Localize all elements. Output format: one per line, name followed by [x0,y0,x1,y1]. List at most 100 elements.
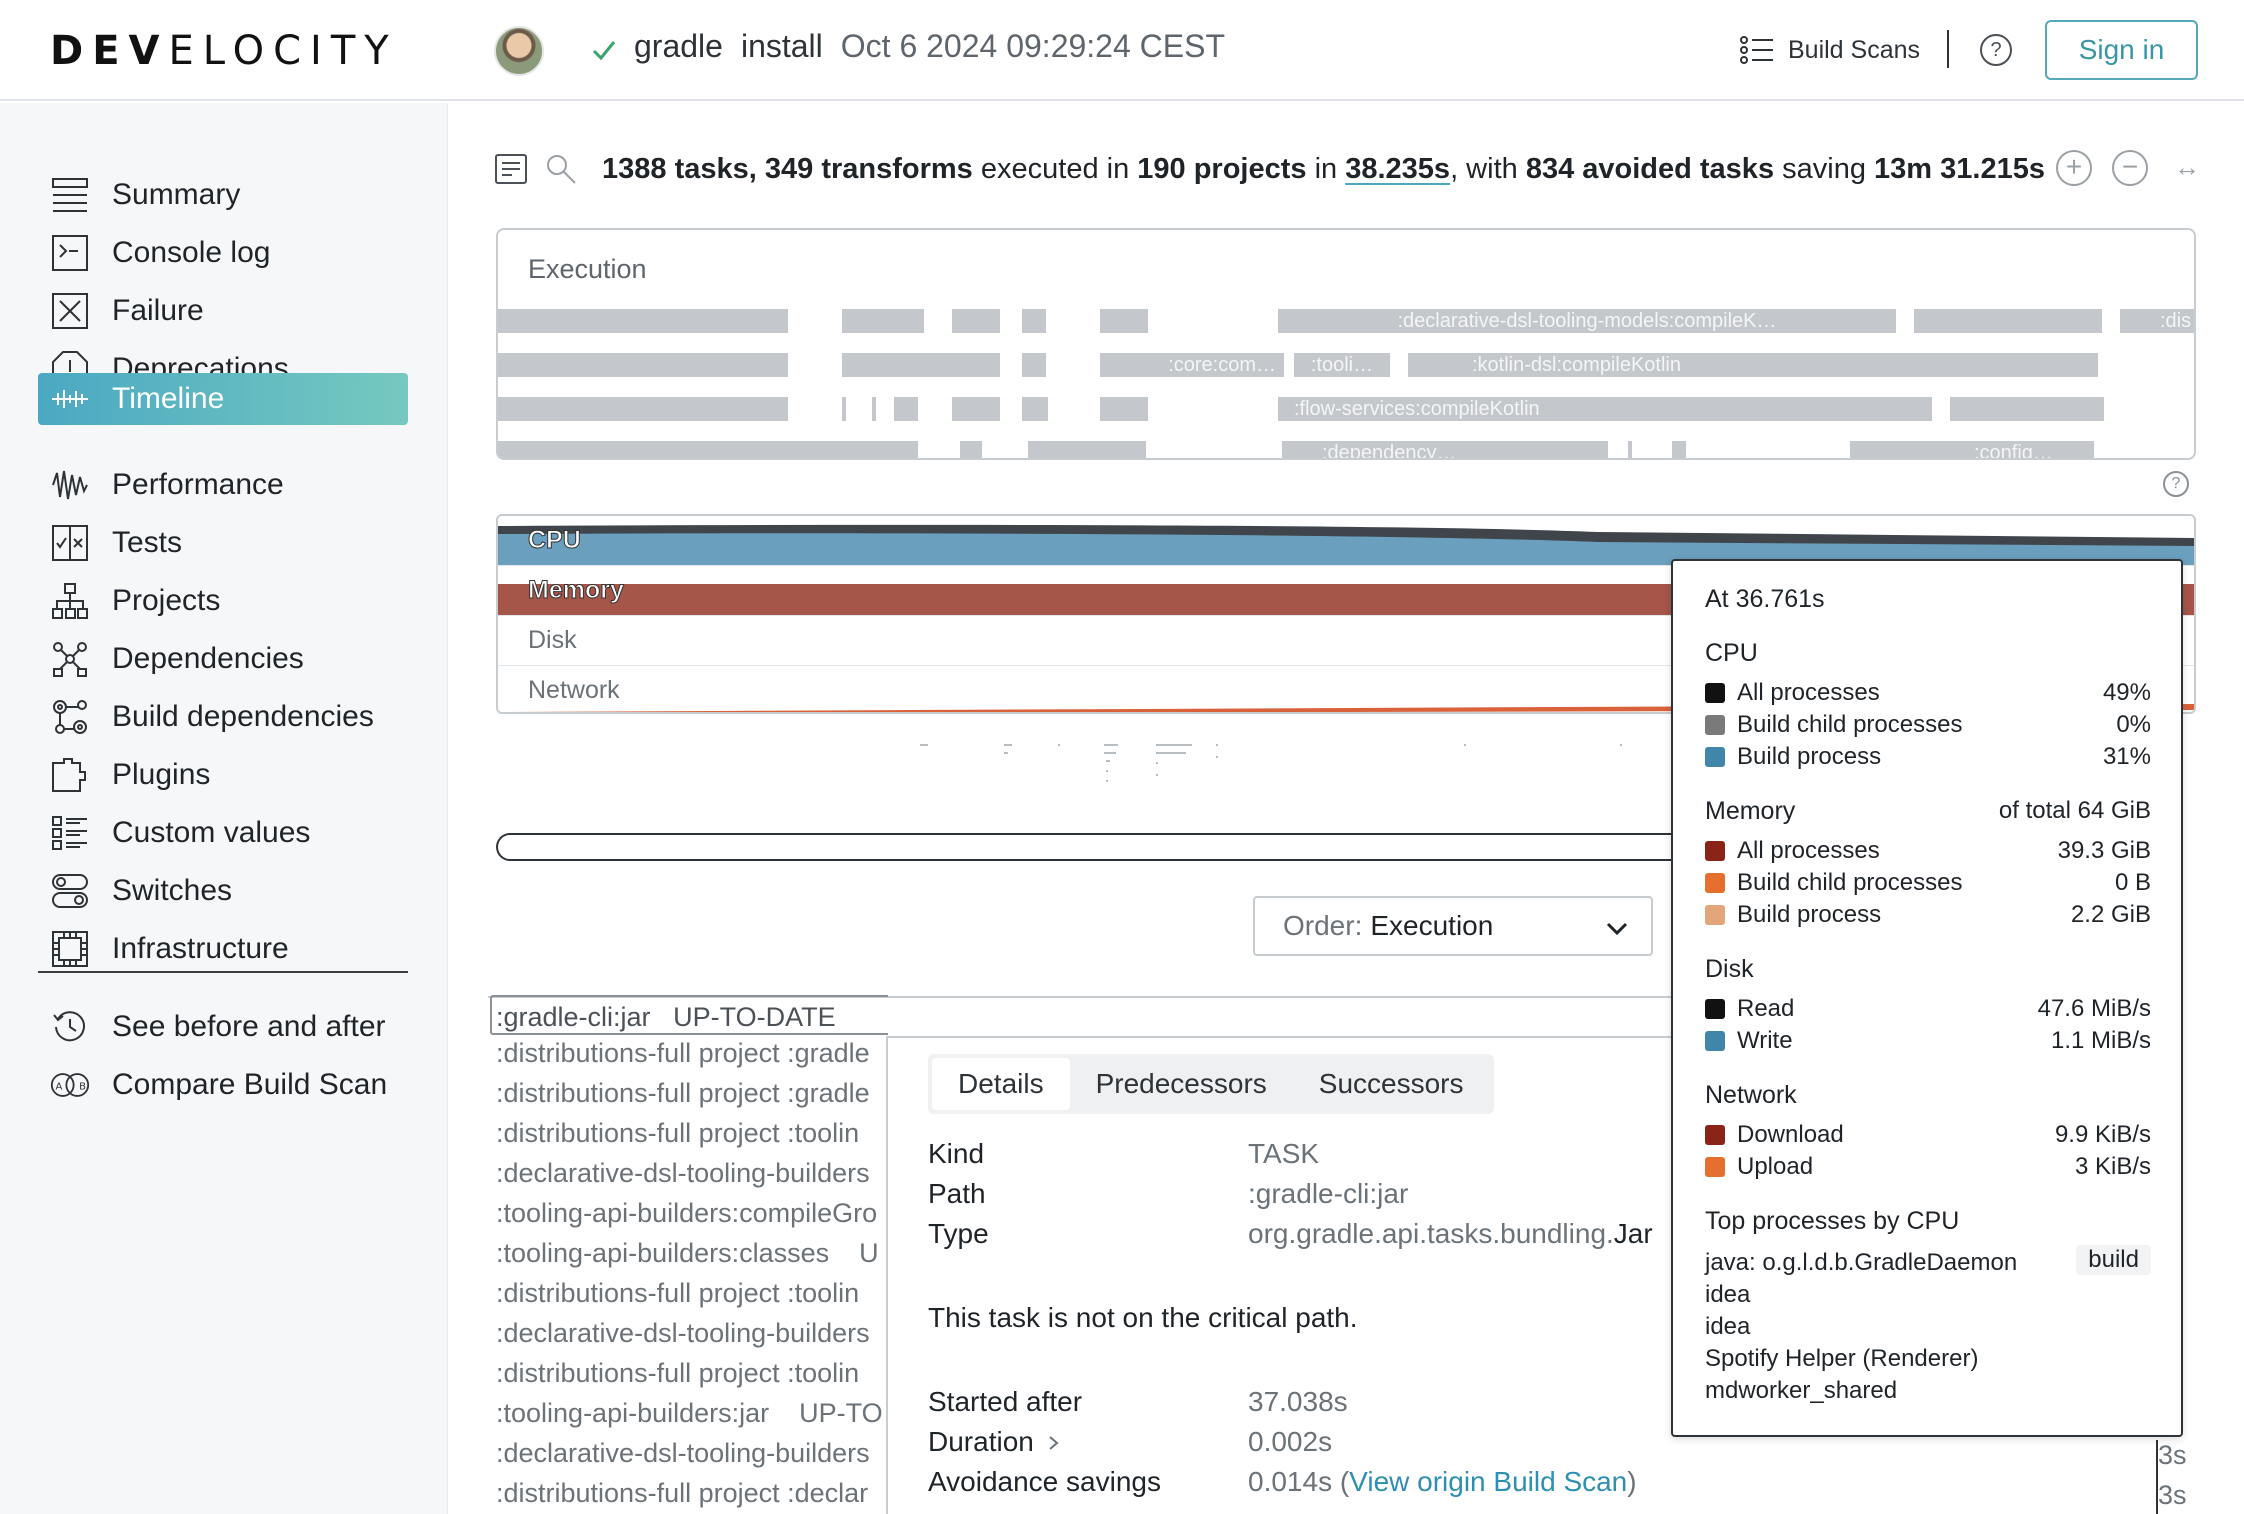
zoom-in-icon[interactable]: + [2056,150,2092,186]
task-bar[interactable] [1022,353,1046,377]
task-row[interactable]: :declarative-dsl-tooling-builders [496,1313,870,1353]
process-item: java: o.g.l.d.b.GradleDaemon [1705,1249,2018,1276]
task-bar[interactable]: :flow-services:compileKotlin [1278,397,1932,421]
task-row[interactable]: :distributions-full project :toolin [496,1113,859,1153]
sidebar-item-label: Switches [112,874,233,907]
sidebar-item-switches[interactable]: Switches [38,865,408,917]
legend-value: 1.1 MiB/s [2050,1027,2151,1054]
avoidance-value: 0.014s (View origin Build Scan) [1248,1466,1637,1497]
tooltip-top-processes-title: Top processes by CPU [1705,1207,1960,1235]
sidebar-item-compare-build-scan[interactable]: AB Compare Build Scan [38,1059,408,1111]
task-bar[interactable] [498,309,788,333]
task-row[interactable]: :declarative-dsl-tooling-builders [496,1433,870,1473]
legend-item: Build process [1705,901,1881,929]
legend-item: Build process [1705,743,1881,771]
task-row[interactable]: :tooling-api-builders:classes U [496,1233,879,1273]
task-bar[interactable] [842,353,1000,377]
success-check-icon [592,41,616,61]
help-icon[interactable]: ? [1980,34,2012,66]
tab-details[interactable]: Details [932,1058,1070,1110]
sidebar-item-failure[interactable]: Failure [38,285,408,337]
task-bar[interactable] [498,441,918,458]
switches-icon [50,871,90,911]
details-tabs: Details Predecessors Successors [928,1054,1494,1114]
timeline-minimap-ticks [920,744,1622,782]
task-bar[interactable] [1914,309,2102,333]
sidebar-item-timeline[interactable]: Timeline [38,373,408,425]
view-origin-build-scan-link[interactable]: View origin Build Scan [1349,1466,1627,1497]
task-bar[interactable] [1100,397,1148,421]
task-bar[interactable] [1628,441,1632,458]
task-row-selected[interactable]: :gradle-cli:jar UP-TO-DATE [490,995,888,1035]
sidebar-item-console-log[interactable]: Console log [38,227,408,279]
zoom-out-icon[interactable]: − [2112,150,2148,186]
search-icon[interactable] [544,152,578,186]
task-details-panel: Details Predecessors Successors Kind TAS… [886,1036,1706,1514]
task-bar[interactable] [842,309,924,333]
develocity-logo[interactable]: DEVELOCITY [50,28,398,74]
task-bar[interactable] [1022,309,1046,333]
tab-predecessors[interactable]: Predecessors [1070,1058,1293,1110]
task-bar[interactable] [952,397,1000,421]
projects-icon [50,581,90,621]
task-bar[interactable] [498,353,788,377]
task-bar[interactable]: :tooli… [1294,353,1390,377]
execution-timeline[interactable]: Execution :declarative-dsl-tooling-model… [496,228,2196,460]
build-duration-link[interactable]: 38.235s [1345,153,1450,186]
task-bar[interactable] [960,441,982,458]
task-bar[interactable]: :kotlin-dsl:compileKotlin [1458,353,2098,377]
task-row[interactable]: :distributions-full project :gradle [496,1073,870,1113]
sign-in-button[interactable]: Sign in [2045,20,2198,80]
fit-width-icon[interactable]: ↔ [2168,150,2206,186]
task-bar[interactable] [1950,397,2104,421]
task-bar[interactable] [872,397,876,421]
duration-label[interactable]: Duration [928,1426,1064,1458]
task-row[interactable]: :distributions-full project :toolin [496,1273,859,1313]
sidebar-item-dependencies[interactable]: Dependencies [38,633,408,685]
sidebar-item-label: Summary [112,178,241,211]
sidebar-item-performance[interactable]: Performance [38,459,408,511]
avoidance-label: Avoidance savings [928,1466,1161,1497]
task-bar[interactable] [1022,397,1048,421]
sidebar-item-label: Dependencies [112,642,304,675]
build-badge: build [2076,1245,2151,1275]
task-row[interactable]: :distributions-full project :gradle [496,1033,870,1073]
task-row[interactable]: :declarative-dsl-tooling-builders [496,1153,870,1193]
task-bar[interactable]: :dis [2120,309,2194,333]
timeline-summary: 1388 tasks, 349 transforms executed in 1… [494,145,2045,193]
task-bar[interactable] [1100,309,1148,333]
sidebar-item-summary[interactable]: Summary [38,169,408,221]
task-row[interactable]: :distributions-full project :toolin [496,1353,859,1393]
task-bar[interactable]: :config… [1850,441,2094,458]
sidebar-item-see-before-and-after[interactable]: See before and after [38,1001,408,1053]
sidebar-item-infrastructure[interactable]: Infrastructure [38,923,408,975]
task-row[interactable]: :tooling-api-builders:compileGro [496,1193,877,1233]
task-bar[interactable] [952,309,1000,333]
sidebar-item-build-dependencies[interactable]: Build dependencies [38,691,408,743]
order-select[interactable]: Order: Execution [1253,896,1653,956]
resources-help-icon[interactable]: ? [2163,471,2189,497]
timeline-scrollbar[interactable] [496,833,1696,861]
sidebar-item-custom-values[interactable]: Custom values [38,807,408,859]
sidebar-item-projects[interactable]: Projects [38,575,408,627]
process-item: Spotify Helper (Renderer) [1705,1345,1979,1372]
task-bar[interactable]: :core:com… [1100,353,1284,377]
task-bar[interactable] [1672,441,1686,458]
task-row[interactable]: :distributions-full project :declar [496,1473,868,1513]
tab-successors[interactable]: Successors [1293,1058,1490,1110]
build-scans-link[interactable]: Build Scans [1740,30,1920,70]
path-value: :gradle-cli:jar [1248,1178,1409,1209]
sidebar-item-label: Tests [112,526,183,559]
task-bar[interactable] [1028,441,1146,458]
task-bar[interactable] [894,397,918,421]
legend-value: 9.9 KiB/s [2054,1121,2151,1148]
task-row[interactable]: :tooling-api-builders:jar UP-TO [496,1393,883,1433]
sidebar-item-plugins[interactable]: Plugins [38,749,408,801]
task-bar[interactable] [498,397,788,421]
task-bar[interactable]: :dependency… [1282,441,1608,458]
row-duration: 3s [2158,1440,2187,1470]
sidebar-item-tests[interactable]: Tests [38,517,408,569]
task-bar[interactable]: :declarative-dsl-tooling-models:compileK… [1278,309,1896,333]
task-bar[interactable] [842,397,846,421]
details-icon[interactable] [494,152,528,186]
